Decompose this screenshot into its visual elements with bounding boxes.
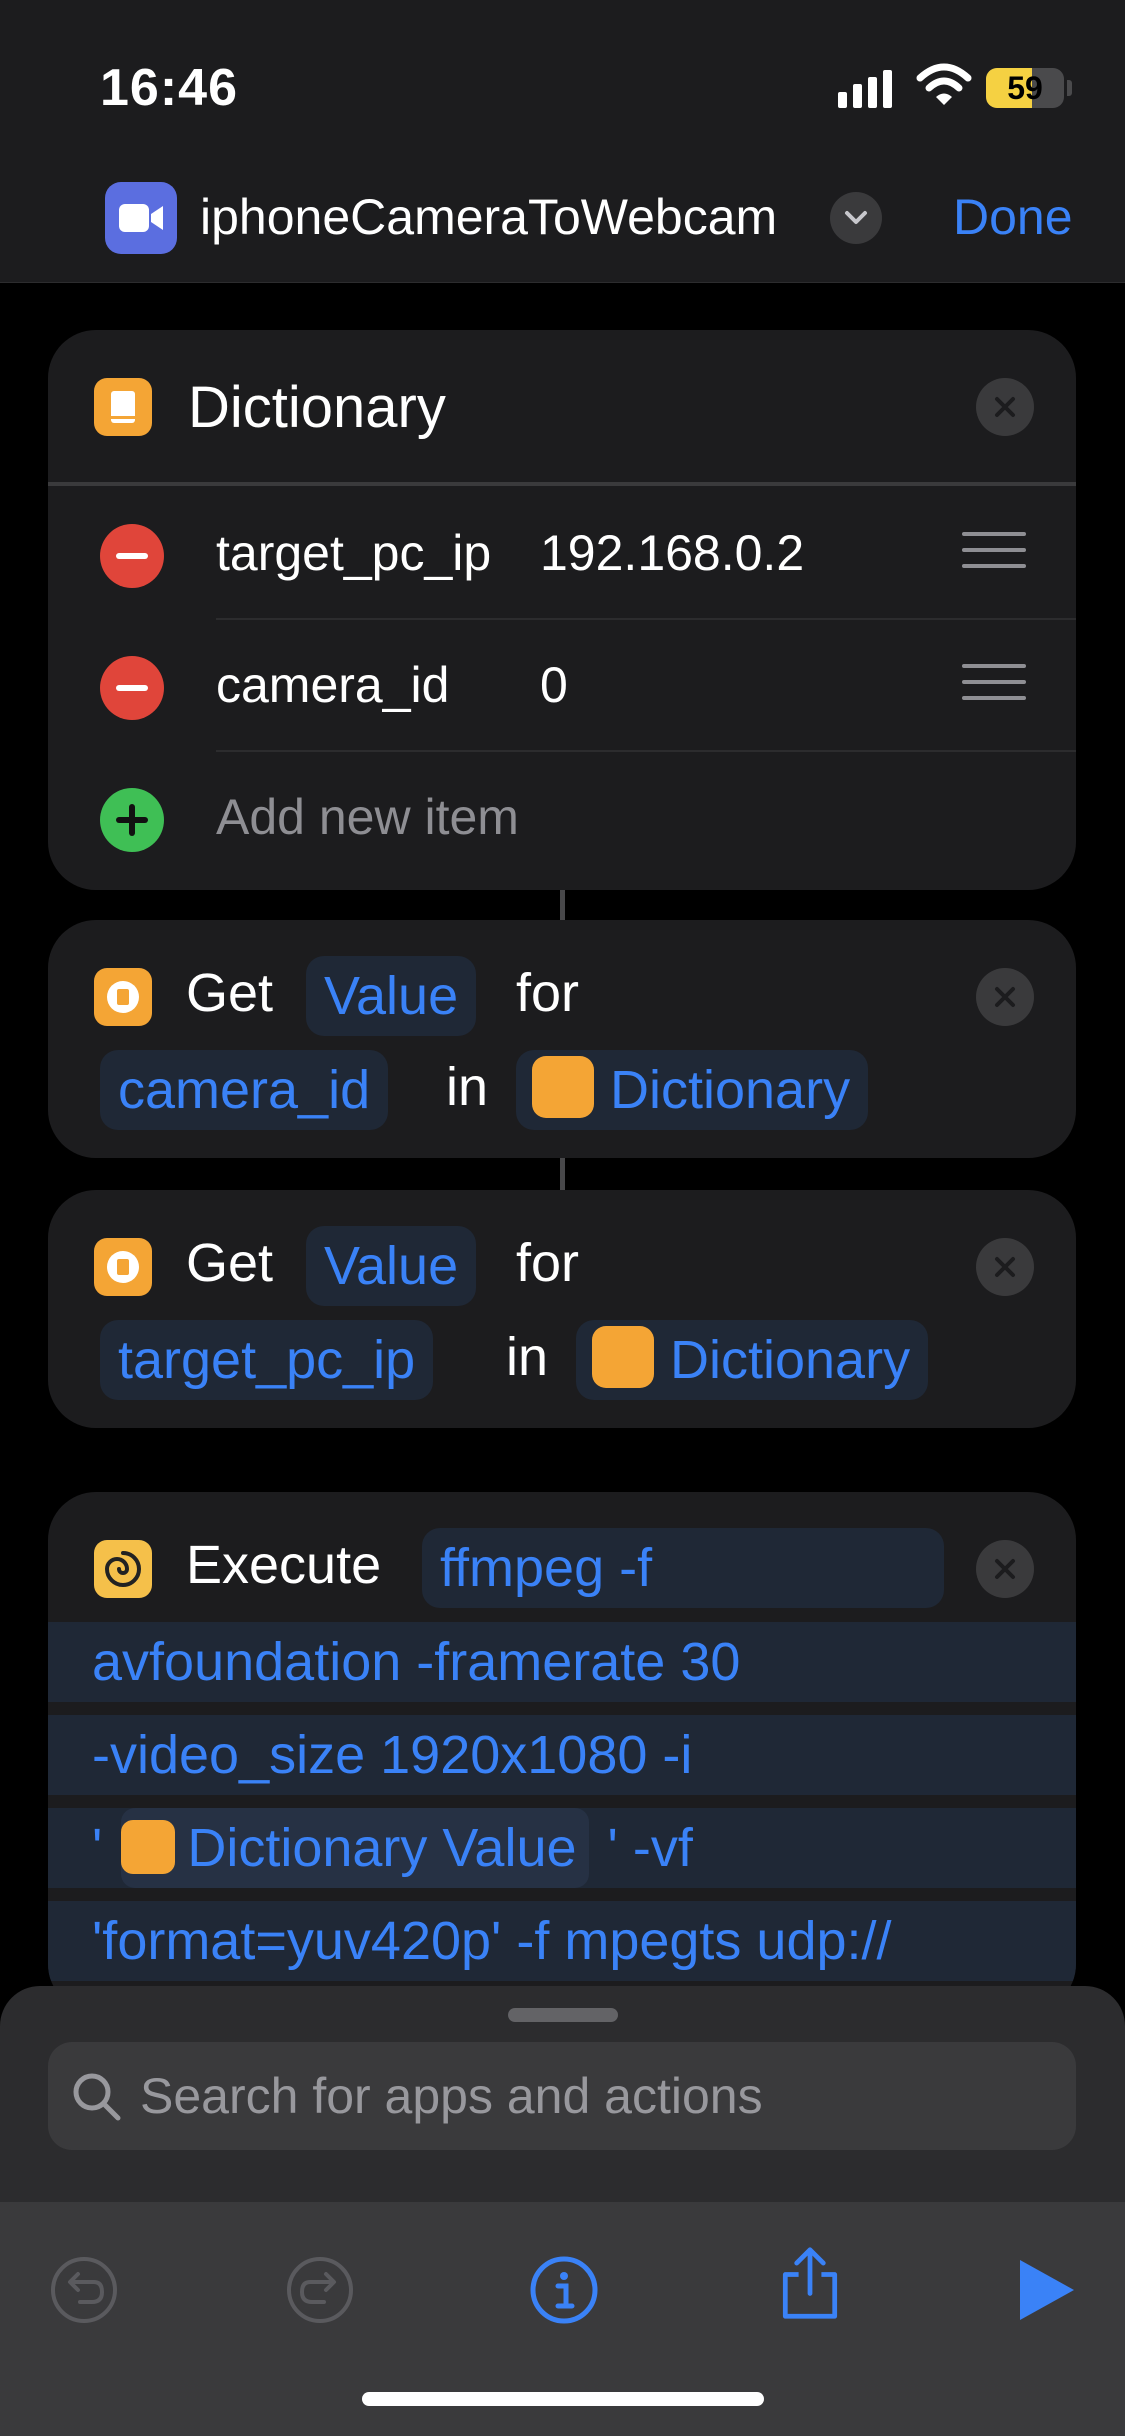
execute-shell-script-card: Execute ffmpeg -f avfoundation -framerat…	[48, 1492, 1076, 2012]
get-dictionary-value-card: Get Value for target_pc_ip in Dictionary	[48, 1190, 1076, 1428]
dictionary-value[interactable]: 192.168.0.2	[540, 524, 804, 582]
script-text-line-with-variable[interactable]: ' Dictionary Value ' -vf	[48, 1808, 1076, 1888]
in-label: in	[506, 1327, 549, 1387]
battery-tip	[1067, 80, 1072, 96]
value-token[interactable]: Value	[306, 956, 477, 1036]
reorder-handle-icon[interactable]	[962, 664, 1026, 704]
shortcut-app-icon[interactable]	[105, 182, 177, 254]
cellular-signal-icon	[838, 70, 892, 108]
delete-item-button[interactable]	[100, 524, 164, 588]
chevron-down-icon	[845, 211, 867, 224]
dictionary-action-card: Dictionary target_pc_ip 192.168.0.2 came…	[48, 330, 1076, 890]
for-label: for	[516, 1233, 580, 1293]
variable-token-label: Dictionary Value	[187, 1818, 577, 1878]
title-menu-button[interactable]	[830, 192, 882, 244]
redo-icon[interactable]	[282, 2252, 358, 2328]
get-dictionary-value-card: Get Value for camera_id in Dictionary	[48, 920, 1076, 1158]
info-icon[interactable]	[526, 2252, 602, 2328]
dictionary-value[interactable]: 0	[540, 656, 568, 714]
dictionary-icon	[94, 378, 152, 436]
remove-action-button[interactable]	[976, 378, 1034, 436]
execute-label: Execute	[186, 1535, 382, 1595]
dictionary-icon	[121, 1820, 176, 1874]
dictionary-row: target_pc_ip 192.168.0.2	[48, 488, 1076, 620]
add-item-button[interactable]	[100, 788, 164, 852]
script-text: ' -vf	[607, 1818, 693, 1878]
actions-bottom-sheet	[0, 1986, 1125, 2436]
play-icon[interactable]	[1008, 2252, 1084, 2328]
dictionary-token-label: Dictionary	[670, 1330, 911, 1390]
action-connector	[560, 1158, 565, 1190]
dictionary-key[interactable]: target_pc_ip	[216, 524, 491, 582]
search-icon	[73, 2073, 121, 2121]
shortcut-editor-screen: 16:46 59 iphoneCameraToWebcam Done Dicti…	[0, 0, 1125, 2436]
dictionary-value-variable-token[interactable]: Dictionary Value	[121, 1808, 589, 1888]
dictionary-icon	[532, 1056, 594, 1118]
remove-action-button[interactable]	[976, 968, 1034, 1026]
dictionary-variable-token[interactable]: Dictionary	[576, 1320, 929, 1400]
dictionary-variable-token[interactable]: Dictionary	[516, 1050, 869, 1130]
in-label: in	[446, 1057, 489, 1117]
dictionary-title: Dictionary	[188, 375, 446, 440]
script-text-line[interactable]: 'format=yuv420p' -f mpegts udp://	[48, 1901, 1076, 1981]
done-button[interactable]: Done	[953, 188, 1073, 246]
sheet-grabber[interactable]	[508, 2008, 618, 2022]
battery-percent: 59	[1007, 70, 1043, 106]
remove-action-button[interactable]	[976, 1540, 1034, 1598]
home-indicator[interactable]	[362, 2392, 764, 2406]
share-icon[interactable]	[772, 2246, 848, 2322]
close-icon	[995, 1559, 1015, 1579]
search-field[interactable]	[48, 2042, 1076, 2150]
video-camera-icon	[119, 204, 163, 232]
remove-action-button[interactable]	[976, 1238, 1034, 1296]
reorder-handle-icon[interactable]	[962, 532, 1026, 572]
script-quote: '	[92, 1818, 103, 1878]
add-item-label: Add new item	[216, 789, 519, 845]
close-icon	[995, 987, 1015, 1007]
script-text-line[interactable]: ffmpeg -f	[422, 1528, 944, 1608]
close-icon	[995, 397, 1015, 417]
search-input[interactable]	[140, 2064, 1040, 2128]
script-text-line[interactable]: -video_size 1920x1080 -i	[48, 1715, 1076, 1795]
dictionary-token-label: Dictionary	[610, 1060, 851, 1120]
script-text-line[interactable]: avfoundation -framerate 30	[48, 1622, 1076, 1702]
undo-icon[interactable]	[46, 2252, 122, 2328]
status-bar: 16:46 59	[0, 0, 1125, 170]
delete-item-button[interactable]	[100, 656, 164, 720]
dictionary-key[interactable]: camera_id	[216, 656, 449, 714]
status-time: 16:46	[100, 59, 238, 117]
get-label: Get	[186, 963, 274, 1023]
close-icon	[995, 1257, 1015, 1277]
dictionary-icon	[94, 1238, 152, 1296]
key-token[interactable]: target_pc_ip	[100, 1320, 434, 1400]
add-item-row[interactable]: Add new item	[48, 752, 1076, 884]
terminal-icon	[94, 1540, 152, 1598]
dictionary-separator	[48, 482, 1076, 486]
shortcut-title[interactable]: iphoneCameraToWebcam	[200, 188, 777, 246]
dictionary-icon	[94, 968, 152, 1026]
key-token[interactable]: camera_id	[100, 1050, 389, 1130]
value-token[interactable]: Value	[306, 1226, 477, 1306]
nav-bar: iphoneCameraToWebcam Done	[0, 170, 1125, 283]
get-label: Get	[186, 1233, 274, 1293]
for-label: for	[516, 963, 580, 1023]
wifi-icon	[916, 63, 972, 105]
battery-icon: 59	[986, 68, 1064, 108]
dictionary-icon	[592, 1326, 654, 1388]
dictionary-row: camera_id 0	[48, 620, 1076, 752]
action-connector	[560, 890, 565, 920]
